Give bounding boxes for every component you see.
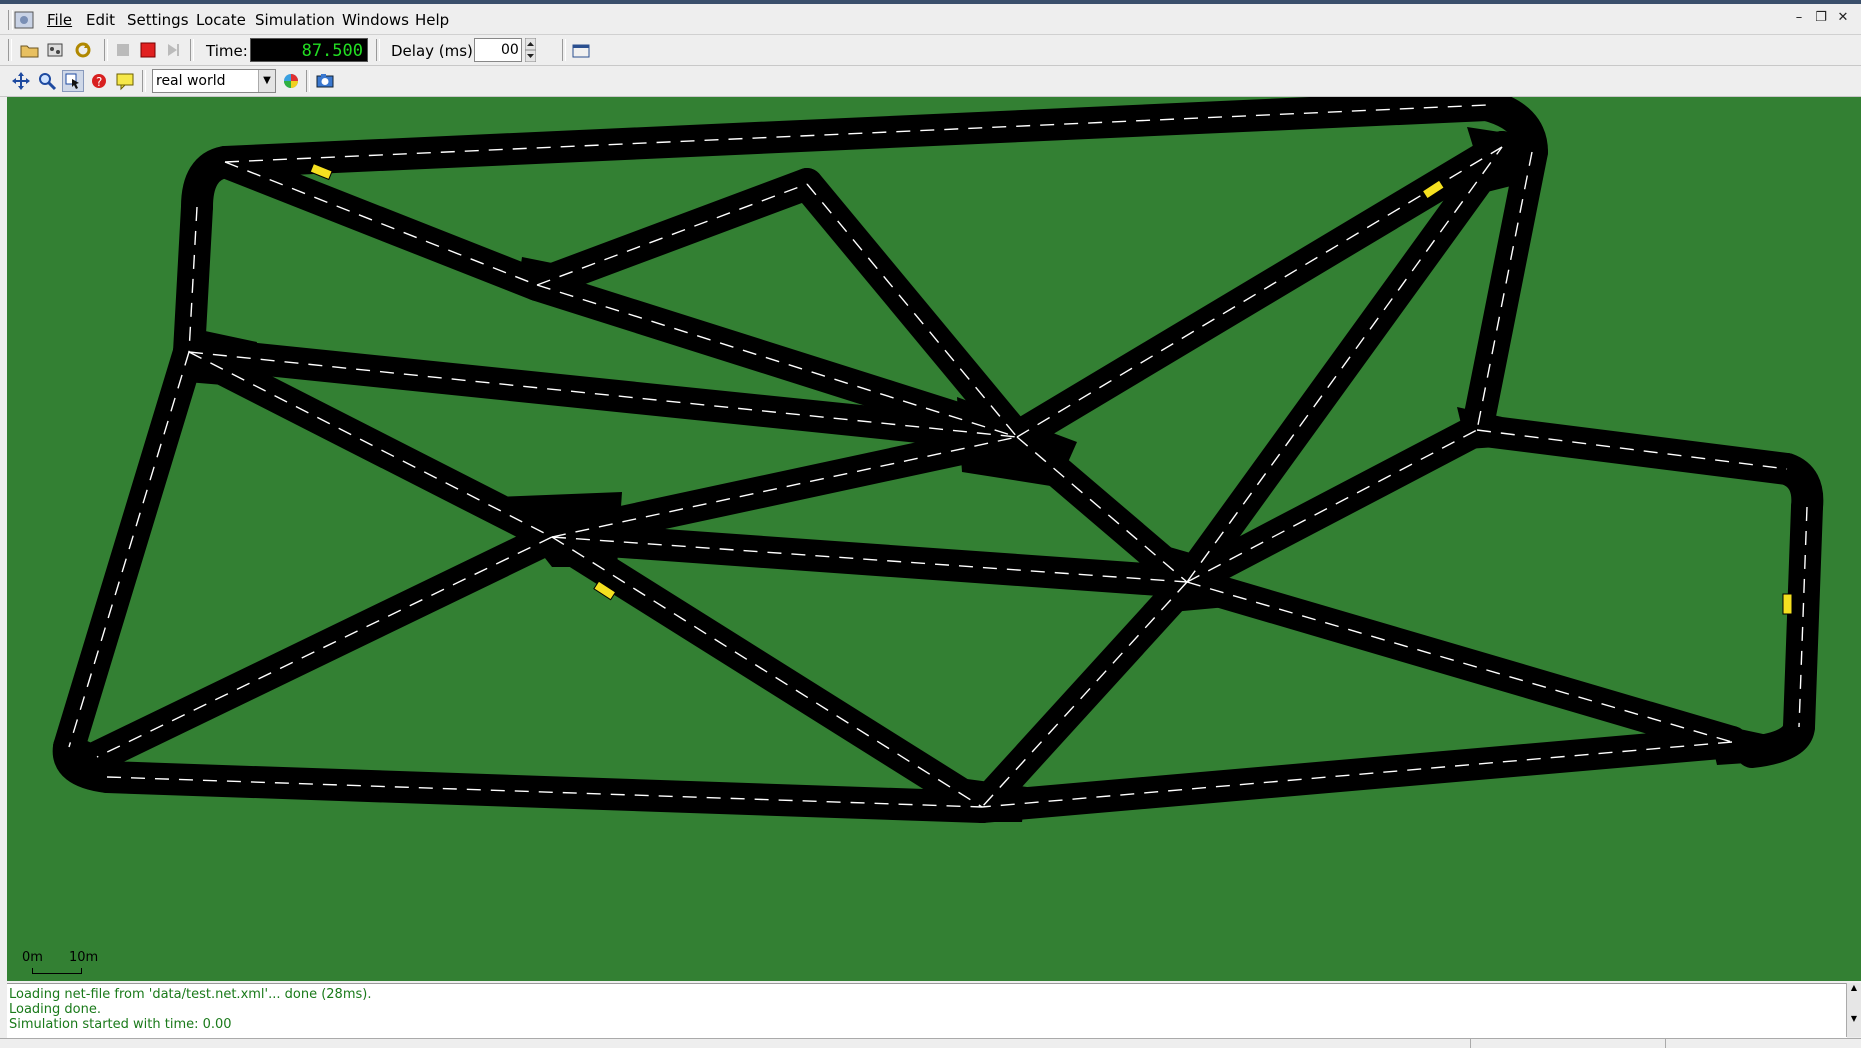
new-view-icon[interactable] — [570, 39, 592, 61]
simulation-toolbar: Time: 87.500 Delay (ms): 00 — [0, 35, 1861, 66]
time-display: 87.500 — [250, 38, 368, 62]
toolbar-grip — [8, 39, 12, 61]
road-edge — [966, 726, 1748, 823]
tooltip-icon[interactable] — [114, 70, 136, 92]
time-label: Time: — [206, 42, 248, 60]
delay-spinner[interactable] — [525, 38, 536, 62]
menu-windows[interactable]: Windows — [342, 11, 409, 29]
app-icon — [14, 11, 34, 29]
scroll-up-icon[interactable]: ▲ — [1847, 983, 1861, 992]
road-network — [52, 97, 1824, 823]
toolbar-separator — [104, 39, 108, 61]
select-mode-icon[interactable] — [62, 70, 84, 92]
menu-edit[interactable]: Edit — [86, 11, 115, 29]
menu-settings[interactable]: Settings — [127, 11, 189, 29]
start-button[interactable] — [112, 39, 134, 61]
stop-button[interactable] — [137, 39, 159, 61]
color-wheel-icon[interactable] — [280, 70, 302, 92]
scroll-down-icon[interactable]: ▼ — [1847, 1014, 1861, 1023]
simulation-canvas[interactable]: 0m 10m — [7, 97, 1861, 981]
screenshot-icon[interactable] — [314, 70, 336, 92]
vehicle — [1782, 593, 1793, 615]
toolbar-separator — [190, 39, 194, 61]
view-toolbar: ? real world ▼ — [0, 66, 1861, 97]
menu-file[interactable]: File — [47, 11, 72, 29]
menu-locate[interactable]: Locate — [196, 11, 246, 29]
message-log: Loading net-file from 'data/test.net.xml… — [7, 983, 1847, 1038]
inspect-icon[interactable]: ? — [88, 70, 110, 92]
road-edges — [52, 97, 1824, 823]
menubar-grip — [8, 10, 13, 30]
svg-text:?: ? — [96, 75, 102, 89]
toolbar-separator — [562, 39, 566, 61]
close-icon[interactable]: ✕ — [1835, 10, 1851, 26]
menu-help[interactable]: Help — [415, 11, 449, 29]
toolbar-separator — [142, 70, 146, 92]
log-line: Loading net-file from 'data/test.net.xml… — [9, 987, 372, 1002]
junction — [177, 325, 257, 387]
delay-input[interactable]: 00 — [474, 38, 522, 62]
minimize-icon[interactable]: – — [1791, 10, 1807, 26]
menu-bar: File Edit Settings Locate Simulation Win… — [0, 4, 1861, 35]
toolbar-separator — [376, 39, 380, 61]
delay-label: Delay (ms): — [391, 42, 478, 60]
zoom-icon[interactable] — [36, 70, 58, 92]
road-edge — [536, 421, 1033, 553]
reload-icon[interactable] — [72, 39, 94, 61]
recenter-icon[interactable] — [10, 70, 32, 92]
log-scrollbar[interactable]: ▲ ▼ — [1846, 983, 1861, 1037]
log-line: Simulation started with time: 0.00 — [9, 1017, 232, 1032]
restore-icon[interactable]: ❐ — [1813, 10, 1829, 26]
log-line: Loading done. — [9, 1002, 101, 1017]
scale-bar-line — [32, 968, 82, 974]
menu-simulation[interactable]: Simulation — [255, 11, 335, 29]
viewport-scheme-value: real world — [156, 73, 226, 89]
step-button[interactable] — [162, 39, 184, 61]
viewport-scheme-select[interactable]: real world ▼ — [152, 69, 276, 93]
chevron-down-icon[interactable]: ▼ — [258, 70, 275, 92]
window-controls: – ❐ ✕ — [1791, 10, 1851, 26]
open-network-icon[interactable] — [45, 39, 67, 61]
scale-end-label: 10m — [69, 950, 99, 965]
open-folder-icon[interactable] — [19, 39, 41, 61]
scale-start-label: 0m — [22, 950, 43, 965]
toolbar-separator — [306, 70, 310, 92]
